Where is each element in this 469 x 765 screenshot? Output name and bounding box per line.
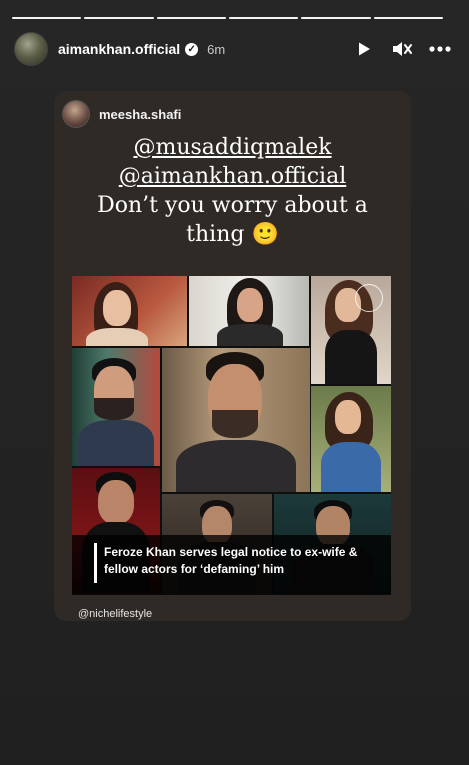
post-caption: @musaddiqmalek @aimankhan.official Don’t…: [54, 133, 411, 249]
progress-segment: [12, 17, 82, 19]
play-button[interactable]: [353, 38, 375, 60]
caption-text: thing 🙂: [186, 222, 279, 247]
story-header: aimankhan.official ✓ 6m: [14, 32, 451, 66]
more-options-button[interactable]: [429, 38, 451, 60]
verified-badge-icon: ✓: [185, 42, 199, 56]
progress-segment: [301, 17, 371, 19]
headline-accent-bar: [94, 543, 97, 583]
collage-photo: [72, 276, 187, 346]
source-handle[interactable]: @nichelifestyle: [78, 608, 152, 620]
progress-segment: [84, 17, 154, 19]
headline-text: Feroze Khan serves legal notice to ex-wi…: [104, 545, 358, 576]
shared-post-card[interactable]: meesha.shafi @musaddiqmalek @aimankhan.o…: [54, 91, 411, 621]
mention-link[interactable]: @aimankhan.official: [54, 162, 411, 191]
watermark-logo: [355, 284, 383, 312]
collage-photo: [311, 276, 391, 384]
progress-segment: [156, 17, 226, 19]
mute-button[interactable]: [391, 38, 413, 60]
story-controls: [353, 38, 451, 60]
collage-photo: [162, 348, 310, 492]
collage-photo: [72, 348, 160, 466]
shared-post-header: meesha.shafi: [62, 100, 181, 128]
story-progress-bar: [12, 17, 443, 19]
headline-banner: Feroze Khan serves legal notice to ex-wi…: [72, 535, 391, 595]
story-username[interactable]: aimankhan.official: [58, 41, 180, 57]
shared-post-username[interactable]: meesha.shafi: [99, 107, 181, 122]
progress-segment: [373, 17, 443, 19]
collage-photo: [311, 386, 391, 492]
progress-segment: [228, 17, 299, 19]
shared-post-avatar[interactable]: [62, 100, 90, 128]
avatar[interactable]: [14, 32, 48, 66]
story-viewer[interactable]: aimankhan.official ✓ 6m meesha.shafi @mu…: [0, 0, 469, 765]
play-icon: [359, 42, 370, 56]
caption-text: Don’t you worry about a: [97, 193, 368, 218]
mention-link[interactable]: @musaddiqmalek: [54, 133, 411, 162]
more-horizontal-icon: [429, 46, 451, 52]
story-timestamp: 6m: [207, 41, 226, 57]
muted-speaker-icon: [393, 42, 412, 56]
collage-photo: [189, 276, 309, 346]
